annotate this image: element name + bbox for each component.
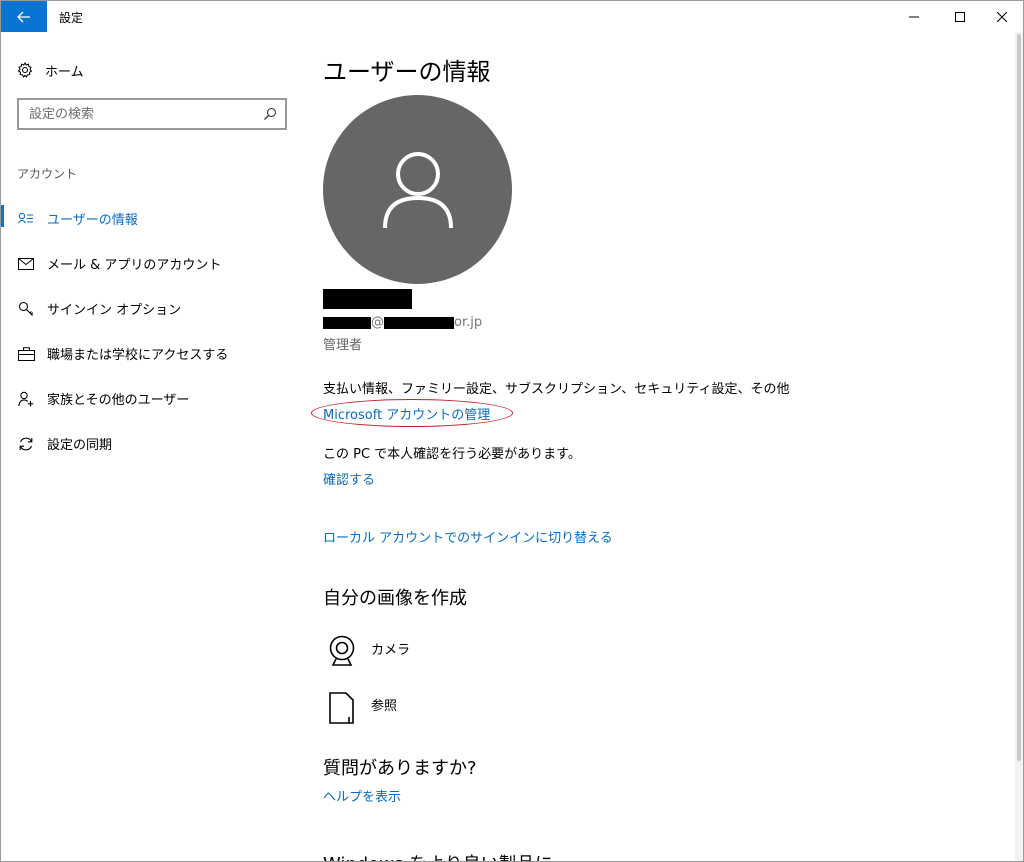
maximize-icon	[955, 11, 965, 22]
sync-icon	[17, 435, 35, 453]
local-account-link[interactable]: ローカル アカウントでのサインインに切り替える	[323, 527, 613, 546]
sidebar-item-label: 家族とその他のユーザー	[47, 393, 190, 408]
key-icon	[17, 300, 35, 318]
briefcase-icon	[17, 345, 35, 363]
manage-account-link[interactable]: Microsoft アカウントの管理	[323, 404, 490, 423]
sidebar-item-your-info[interactable]: ユーザーの情報	[1, 196, 301, 241]
home-label: ホーム	[45, 64, 84, 80]
page-title: ユーザーの情報	[323, 58, 491, 86]
camera-label: カメラ	[371, 643, 411, 658]
minimize-button[interactable]	[891, 1, 937, 32]
gear-icon	[17, 62, 33, 78]
close-button[interactable]	[979, 1, 1023, 32]
scrollbar[interactable]	[1015, 32, 1023, 861]
billing-info-text: 支払い情報、ファミリー設定、サブスクリプション、セキュリティ設定、その他	[323, 382, 790, 397]
feedback-heading: Windows をより良い製品に	[323, 850, 553, 861]
file-browse-icon	[329, 692, 354, 724]
account-email: @ or.jp	[323, 315, 482, 330]
back-arrow-icon	[17, 11, 30, 22]
camera-option[interactable]: カメラ	[327, 635, 410, 667]
sidebar-item-work-school[interactable]: 職場または学校にアクセスする	[1, 331, 301, 376]
user-list-icon	[17, 210, 35, 228]
sidebar-item-email-accounts[interactable]: メール & アプリのアカウント	[1, 241, 301, 286]
email-at: @	[371, 315, 384, 330]
scroll-thumb[interactable]	[1017, 34, 1021, 761]
sidebar-item-sync[interactable]: 設定の同期	[1, 421, 301, 466]
mail-icon	[17, 255, 35, 273]
redacted-email-part	[384, 316, 454, 329]
sidebar-item-label: 設定の同期	[47, 438, 113, 453]
redacted-name	[323, 289, 412, 309]
verify-link[interactable]: 確認する	[323, 469, 375, 488]
close-icon	[997, 11, 1007, 22]
sidebar-item-sign-in-options[interactable]: サインイン オプション	[1, 286, 301, 331]
search-box[interactable]	[17, 98, 287, 130]
question-heading: 質問がありますか?	[323, 758, 477, 779]
sidebar-item-label: サインイン オプション	[47, 303, 182, 318]
settings-window: 設定 ホーム アカウント	[0, 0, 1024, 862]
main-content: ユーザーの情報 @ or.jp 管理者 支払い情報、ファミリー設定、サブスクリプ…	[311, 32, 1003, 861]
back-button[interactable]	[1, 1, 47, 32]
title-bar: 設定	[1, 1, 1023, 32]
sidebar-item-label: メール & アプリのアカウント	[47, 258, 222, 273]
account-role: 管理者	[323, 338, 363, 353]
help-link[interactable]: ヘルプを表示	[323, 786, 401, 805]
search-icon	[264, 107, 277, 120]
maximize-button[interactable]	[937, 1, 983, 32]
sidebar-nav: ユーザーの情報 メール & アプリのアカウント サインイン オプション 職場また…	[1, 196, 301, 466]
email-suffix: or.jp	[454, 315, 483, 330]
search-input[interactable]	[29, 106, 249, 122]
browse-label: 参照	[371, 699, 398, 714]
sidebar-item-label: ユーザーの情報	[47, 213, 138, 228]
browse-option[interactable]: 参照	[327, 691, 397, 725]
verify-text: この PC で本人確認を行う必要があります。	[323, 447, 581, 462]
sidebar-item-home[interactable]: ホーム	[17, 60, 84, 80]
user-silhouette-icon	[382, 151, 453, 228]
camera-icon	[329, 635, 355, 666]
sidebar-item-label: 職場または学校にアクセスする	[47, 348, 229, 363]
sidebar-item-family-users[interactable]: 家族とその他のユーザー	[1, 376, 301, 421]
minimize-icon	[909, 16, 919, 17]
sidebar: ホーム アカウント ユーザーの情報	[1, 32, 301, 861]
window-title: 設定	[59, 11, 84, 25]
add-user-icon	[17, 390, 35, 408]
section-heading: アカウント	[17, 167, 78, 181]
create-picture-heading: 自分の画像を作成	[323, 588, 467, 609]
avatar	[323, 95, 512, 284]
redacted-email-part	[323, 316, 371, 329]
